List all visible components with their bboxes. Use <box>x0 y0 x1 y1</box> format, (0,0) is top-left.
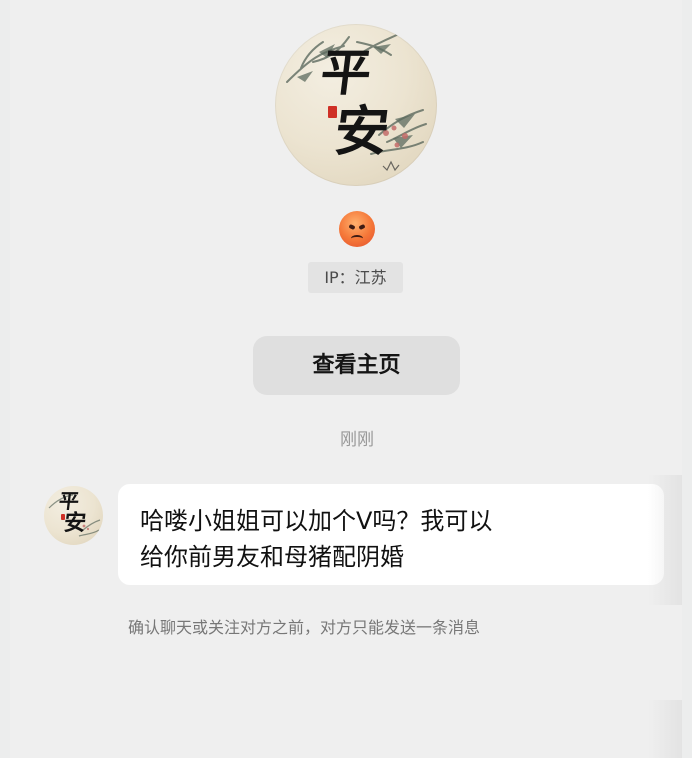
avatar-seal-icon <box>328 106 337 118</box>
angry-face-right-eye <box>358 223 366 231</box>
sender-avatar[interactable]: 平 安 <box>44 486 103 545</box>
sender-avatar-calligraphy-bottom: 安 <box>62 510 88 536</box>
bottom-right-shadow <box>648 700 682 758</box>
chat-screen: 平 安 IP：江苏 查看主页 刚刚 平 安 哈喽小姐姐可以加个V吗？我可以 给你… <box>10 0 682 758</box>
chat-limit-notice: 确认聊天或关注对方之前，对方只能发送一条消息 <box>128 618 481 637</box>
angry-face-icon <box>339 211 375 247</box>
ip-location-badge: IP：江苏 <box>308 262 403 293</box>
profile-avatar-calligraphy-top: 平 <box>317 43 375 102</box>
message-bubble[interactable]: 哈喽小姐姐可以加个V吗？我可以 给你前男友和母猪配阴婚 <box>118 484 664 585</box>
message-timestamp: 刚刚 <box>340 430 374 450</box>
view-profile-button[interactable]: 查看主页 <box>253 336 460 395</box>
sender-avatar-seal-icon <box>61 514 65 520</box>
angry-face-mouth <box>351 235 363 242</box>
profile-avatar[interactable]: 平 安 <box>275 24 437 186</box>
profile-avatar-calligraphy-bottom: 安 <box>331 99 393 163</box>
sender-avatar-calligraphy-top: 平 <box>57 489 81 513</box>
angry-face-left-eye <box>348 223 356 231</box>
